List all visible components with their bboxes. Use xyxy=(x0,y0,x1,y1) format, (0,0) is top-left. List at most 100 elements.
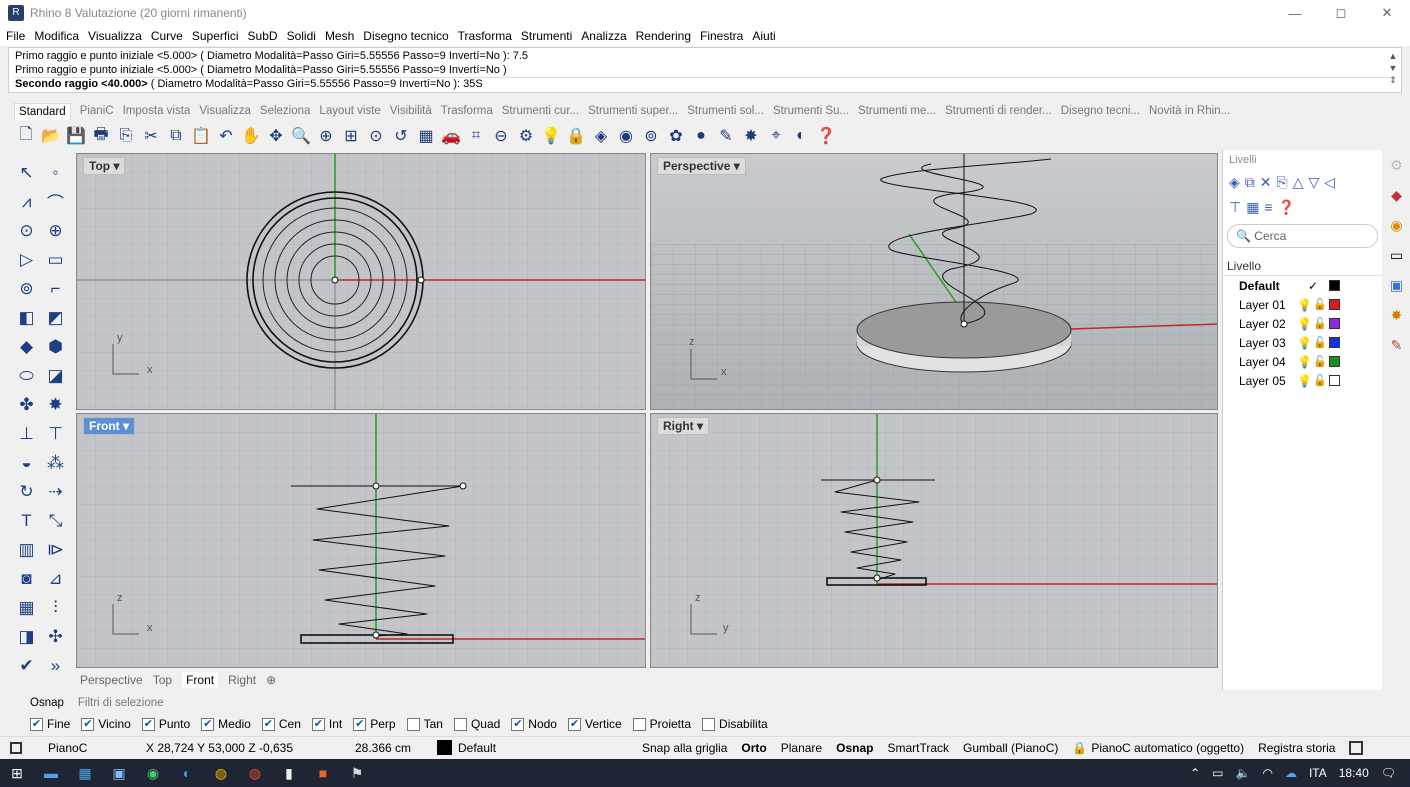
layer-color-swatch[interactable] xyxy=(1329,318,1340,329)
print-icon[interactable]: 🖶 xyxy=(89,125,113,147)
checkbox-box[interactable] xyxy=(632,717,646,731)
viewport-top[interactable]: Top ▾ y x xyxy=(76,153,646,410)
select-arrow-icon[interactable]: ↖ xyxy=(12,158,41,187)
osnap-vertice-checkbox[interactable]: ✔ Vertice xyxy=(567,717,622,731)
properties-icon[interactable]: ⚙ xyxy=(514,125,538,147)
vptab-top[interactable]: Top xyxy=(153,673,172,687)
rhino-taskbar-icon[interactable]: ⚑ xyxy=(340,759,374,787)
store-icon[interactable]: ▦ xyxy=(68,759,102,787)
layer-search-input[interactable]: 🔍 Cerca xyxy=(1227,224,1378,248)
lock-open-icon[interactable]: 🔓 xyxy=(1313,374,1329,387)
menu-finestra[interactable]: Finestra xyxy=(700,29,743,43)
properties-panel-icon[interactable]: ▣ xyxy=(1383,270,1410,300)
boolean-icon[interactable]: ◒ xyxy=(12,448,41,477)
new-file-icon[interactable]: 🗋 xyxy=(14,125,38,147)
extrude-icon[interactable]: ◪ xyxy=(41,361,70,390)
group-icon[interactable]: ⁂ xyxy=(41,448,70,477)
osnap-perp-checkbox[interactable]: ✔ Perp xyxy=(353,717,396,731)
osnap-nodo-checkbox[interactable]: ✔ Nodo xyxy=(511,717,557,731)
menu-file[interactable]: File xyxy=(6,29,25,43)
language-indicator[interactable]: ITA xyxy=(1309,766,1327,780)
osnap-toggle[interactable]: Osnap xyxy=(836,741,873,755)
photos-icon[interactable]: ▣ xyxy=(102,759,136,787)
save-icon[interactable]: 💾 xyxy=(64,125,88,147)
checkbox-box[interactable] xyxy=(702,717,716,731)
menu-mesh[interactable]: Mesh xyxy=(325,29,354,43)
osnap-quad-checkbox[interactable]: Quad xyxy=(453,717,500,731)
layer-color-swatch[interactable] xyxy=(1329,337,1340,348)
orto-toggle[interactable]: Orto xyxy=(741,741,766,755)
vptab-right[interactable]: Right xyxy=(228,673,256,687)
tab-trasforma[interactable]: Trasforma xyxy=(441,105,493,117)
office-icon[interactable]: ■ xyxy=(306,759,340,787)
rectangle-icon[interactable]: ▭ xyxy=(41,245,70,274)
tab-seleziona[interactable]: Seleziona xyxy=(260,105,311,117)
menu-solidi[interactable]: Solidi xyxy=(287,29,316,43)
viewport-label-top[interactable]: Top ▾ xyxy=(83,157,126,175)
render-icon[interactable]: ● xyxy=(689,125,713,147)
checkbox-box[interactable]: ✔ xyxy=(201,717,215,731)
viewport-label-front[interactable]: Front ▾ xyxy=(83,417,136,435)
zoom-selected-icon[interactable]: ⊙ xyxy=(364,125,388,147)
layer-color-swatch[interactable] xyxy=(1329,280,1340,291)
osnap-fine-checkbox[interactable]: ✔ Fine xyxy=(30,717,70,731)
viewport-front[interactable]: Front ▾ z x xyxy=(76,413,646,668)
text-icon[interactable]: ✎ xyxy=(714,125,738,147)
checkbox-box[interactable]: ✔ xyxy=(141,717,155,731)
visibility-bulb-icon[interactable]: 💡 xyxy=(1297,336,1313,350)
layer-filter-toolbar[interactable]: ⊤▦≡❓ xyxy=(1223,195,1382,220)
text-object-icon[interactable]: T xyxy=(12,506,41,535)
mesh-icon[interactable]: ✤ xyxy=(12,390,41,419)
tab-strumenti-superfici[interactable]: Strumenti super... xyxy=(588,105,678,117)
edge-icon[interactable]: ◐ xyxy=(170,759,204,787)
layer-color-swatch[interactable] xyxy=(437,740,452,755)
tab-layout-viste[interactable]: Layout viste xyxy=(319,105,380,117)
scale-icon[interactable]: ⤡ xyxy=(41,506,70,535)
cplane-status[interactable]: PianoC xyxy=(48,741,108,755)
vptab-front[interactable]: Front xyxy=(182,672,219,688)
snap-grid-toggle[interactable]: Snap alla griglia xyxy=(642,741,727,755)
tab-visualizza[interactable]: Visualizza xyxy=(199,105,251,117)
options-icon[interactable]: ✿ xyxy=(664,125,688,147)
maximize-button[interactable]: ◻ xyxy=(1318,0,1364,26)
cylinder-icon[interactable]: ⬭ xyxy=(12,361,41,390)
rotate-view-icon[interactable]: ✥ xyxy=(264,125,288,147)
menu-rendering[interactable]: Rendering xyxy=(636,29,691,43)
layer-column-header[interactable]: Livello xyxy=(1223,256,1382,276)
battery-icon[interactable]: ▭ xyxy=(1212,766,1223,780)
chrome-profile-icon[interactable]: ◍ xyxy=(238,759,272,787)
chevron-up-icon[interactable]: ⌃ xyxy=(1190,766,1200,780)
viewport-perspective[interactable]: Perspective ▾ z x xyxy=(650,153,1218,410)
command-history[interactable]: Primo raggio e punto iniziale <5.000> ( … xyxy=(8,47,1402,93)
menu-analizza[interactable]: Analizza xyxy=(581,29,626,43)
tab-visibilita[interactable]: Visibilità xyxy=(390,105,432,117)
menu-visualizza[interactable]: Visualizza xyxy=(88,29,142,43)
menu-trasforma[interactable]: Trasforma xyxy=(458,29,512,43)
box-icon[interactable]: ◆ xyxy=(12,332,41,361)
tab-novita[interactable]: Novità in Rhin... xyxy=(1149,105,1230,117)
visibility-bulb-icon[interactable]: 💡 xyxy=(1297,374,1313,388)
dimension-tool-icon[interactable]: ⊿ xyxy=(41,564,70,593)
paste-icon[interactable]: 📋 xyxy=(189,125,213,147)
osnap-proietta-checkbox[interactable]: Proietta xyxy=(632,717,691,731)
osnap-cen-checkbox[interactable]: ✔ Cen xyxy=(261,717,301,731)
viewport-layout-icon[interactable]: ▦ xyxy=(414,125,438,147)
light-icon[interactable]: 💡 xyxy=(539,125,563,147)
polygon-icon[interactable]: ▷ xyxy=(12,245,41,274)
menu-superfici[interactable]: Superfici xyxy=(192,29,239,43)
visibility-bulb-icon[interactable]: 💡 xyxy=(1297,355,1313,369)
checkbox-box[interactable]: ✔ xyxy=(81,717,95,731)
vptab-perspective[interactable]: Perspective xyxy=(80,673,143,687)
command-prompt[interactable]: Secondo raggio <40.000> ( Diametro Modal… xyxy=(15,77,1395,92)
explode-icon[interactable]: ✸ xyxy=(41,390,70,419)
analyze-icon[interactable]: ◙ xyxy=(12,564,41,593)
rotate-icon[interactable]: ↻ xyxy=(12,477,41,506)
sphere-icon[interactable]: ⬢ xyxy=(41,332,70,361)
layer-row[interactable]: Layer 03 💡 🔓 xyxy=(1223,333,1382,352)
osnap-vicino-checkbox[interactable]: ✔ Vicino xyxy=(81,717,131,731)
color-wheel-icon[interactable]: ◉ xyxy=(614,125,638,147)
lock-icon[interactable]: 🔒 xyxy=(564,125,588,147)
pan-icon[interactable]: ✋ xyxy=(239,125,263,147)
planare-toggle[interactable]: Planare xyxy=(781,741,822,755)
cut-icon[interactable]: ✂ xyxy=(139,125,163,147)
